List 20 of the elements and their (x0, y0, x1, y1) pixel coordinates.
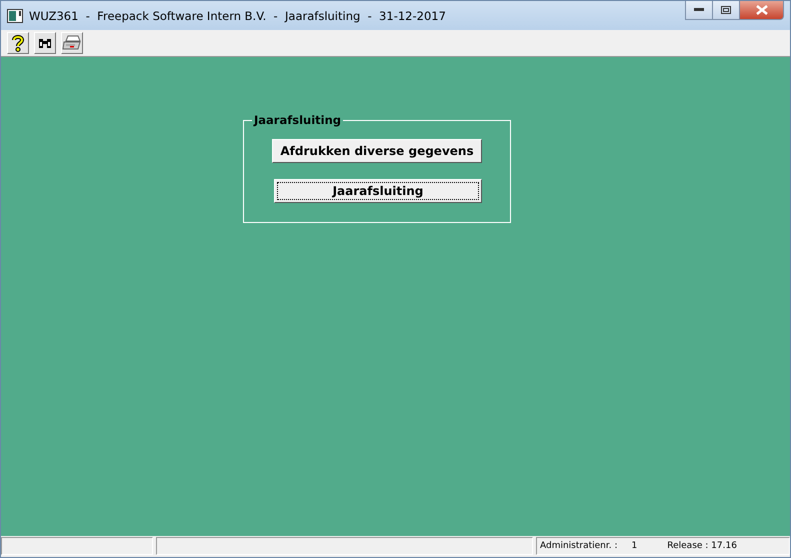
printer-button[interactable] (61, 32, 83, 54)
window-title: WUZ361 - Freepack Software Intern B.V. - Jaarafsluiting - 31-12-2017 (29, 8, 447, 22)
maximize-icon (721, 6, 731, 14)
admin-label: Administratienr. : (540, 541, 618, 551)
group-title: Jaarafsluiting (252, 113, 342, 127)
minimize-button[interactable] (685, 1, 713, 20)
printer-icon (62, 35, 82, 51)
action-button[interactable]: Afdrukken diverse gegevens (272, 139, 482, 163)
admin-value: 1 (632, 541, 638, 551)
release-text: Release : 17.16 (667, 541, 737, 551)
minimize-icon (694, 8, 704, 12)
app-icon (7, 8, 23, 22)
close-icon (756, 5, 768, 15)
close-button[interactable] (740, 1, 784, 20)
question-mark-icon (11, 34, 25, 52)
binoculars-button[interactable] (34, 32, 56, 54)
maximize-button[interactable] (713, 1, 740, 20)
help-button[interactable] (7, 32, 29, 54)
binoculars-icon (38, 37, 52, 49)
action-button[interactable]: Jaarafsluiting (274, 179, 482, 203)
